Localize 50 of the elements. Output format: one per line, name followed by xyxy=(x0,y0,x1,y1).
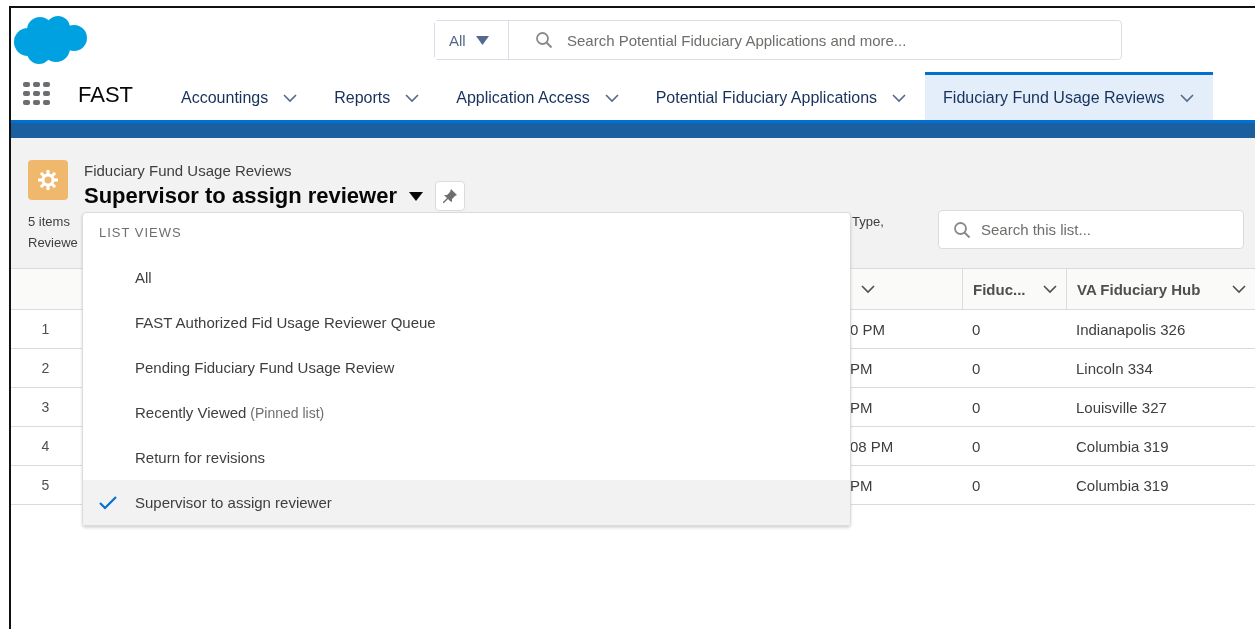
menu-item[interactable]: Pending Fiduciary Fund Usage Review xyxy=(83,345,850,390)
search-icon xyxy=(535,31,553,49)
table-cell-text: Columbia 319 xyxy=(1075,437,1170,455)
check-icon xyxy=(99,495,117,510)
pin-button[interactable] xyxy=(435,181,466,211)
row-number: 2 xyxy=(40,360,51,376)
search-field[interactable]: Search Potential Fiduciary Applications and more... xyxy=(565,21,1121,59)
app-name: FAST xyxy=(78,82,133,109)
table-cell-text: Lincoln 334 xyxy=(1075,359,1154,377)
menu-item[interactable]: FAST Authorized Fid Usage Reviewer Queue xyxy=(83,300,850,345)
menu-item[interactable]: Supervisor to assign reviewer xyxy=(83,480,850,525)
object-label: Fiduciary Fund Usage Reviews xyxy=(84,162,293,179)
global-search-bar[interactable]: All Search Potential Fiduciary Applications and more... xyxy=(434,20,1122,60)
scope-dropdown[interactable]: All xyxy=(435,21,509,59)
gear-icon xyxy=(37,169,59,191)
table-cell-text: PM xyxy=(850,359,874,377)
filter-info: Type, xyxy=(852,214,885,229)
table-cell-text: 08 PM xyxy=(850,437,895,455)
list-view-title[interactable]: Supervisor to assign reviewer xyxy=(84,183,398,209)
table-cell-text: Louisville 327 xyxy=(1075,398,1168,416)
search-field[interactable]: Search this list... xyxy=(979,220,1243,239)
pin-icon xyxy=(442,188,459,204)
menu-heading: LIST VIEWS xyxy=(98,225,183,242)
menu-item[interactable]: Recently Viewed (Pinned list) xyxy=(83,390,850,435)
menu-item[interactable]: All xyxy=(83,255,850,300)
caret-icon[interactable] xyxy=(409,191,424,201)
item-count: 5 items xyxy=(28,214,71,229)
table-cell-text: 0 xyxy=(971,476,982,494)
caret-icon xyxy=(475,35,489,45)
table-cell-text: Indianapolis 326 xyxy=(1075,320,1187,338)
table-cell-text: 0 xyxy=(971,320,982,338)
table-cell-text: PM xyxy=(850,476,874,494)
row-number: 4 xyxy=(40,438,51,454)
row-number: 3 xyxy=(40,399,51,415)
table-cell-text: 0 xyxy=(971,437,982,455)
app-launcher-icon[interactable] xyxy=(22,80,50,108)
table-cell-text: Columbia 319 xyxy=(1075,476,1170,494)
row-number: 1 xyxy=(40,321,51,337)
search-icon xyxy=(953,220,971,239)
list-search-bar[interactable]: Search this list... xyxy=(938,210,1244,249)
column-header[interactable]: Fiduc... xyxy=(962,269,1066,309)
table-cell-text: 0 xyxy=(971,359,982,377)
sort-info: Reviewe xyxy=(28,235,79,250)
table-cell-text: PM xyxy=(850,398,874,416)
row-number: 5 xyxy=(40,477,51,493)
column-header[interactable]: VA Fiduciary Hub xyxy=(1066,269,1255,309)
table-cell-text: 0 PM xyxy=(850,320,886,338)
nav-tab[interactable]: Fiduciary Fund Usage Reviews xyxy=(925,72,1213,120)
menu-item[interactable]: Return for revisions xyxy=(83,435,850,480)
table-cell-text: 0 xyxy=(971,398,982,416)
